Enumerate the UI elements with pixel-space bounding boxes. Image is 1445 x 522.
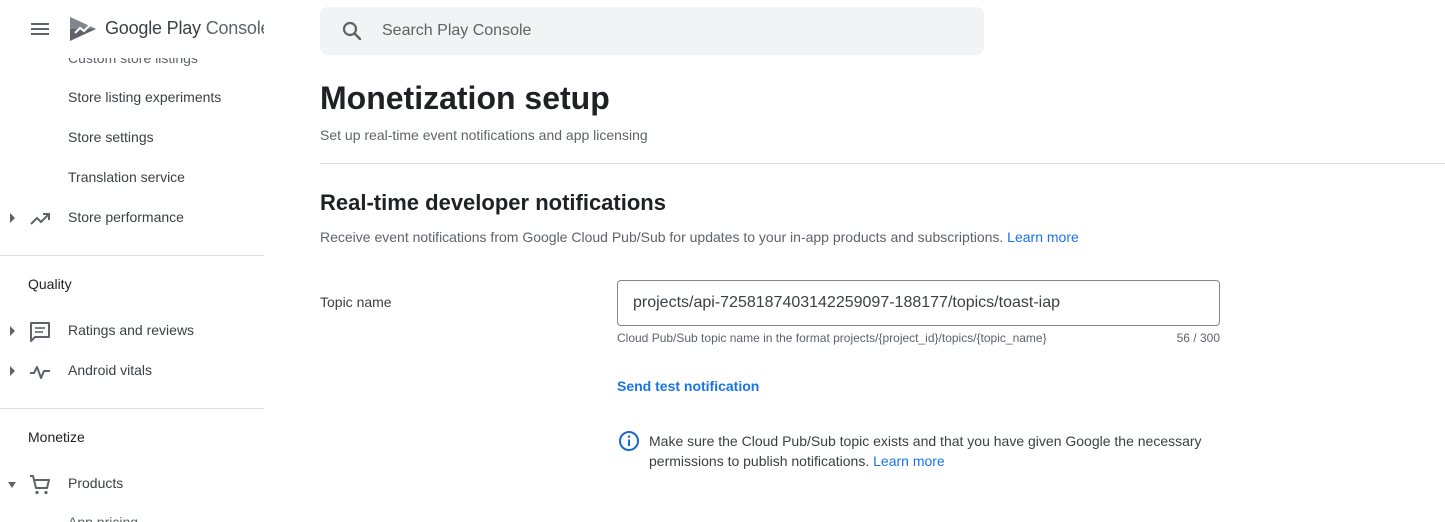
topic-name-char-counter: 56 / 300 bbox=[1176, 331, 1220, 345]
sidebar-item-label: Store performance bbox=[68, 209, 184, 225]
sidebar-item-label: Ratings and reviews bbox=[68, 322, 195, 338]
sidebar-item-app-pricing[interactable]: App pricing bbox=[68, 514, 138, 522]
sidebar-item-products[interactable]: Products bbox=[0, 464, 264, 504]
play-console-logo[interactable] bbox=[68, 14, 98, 44]
sidebar-divider bbox=[0, 255, 264, 256]
sidebar-item-store-performance[interactable]: Store performance bbox=[0, 198, 264, 238]
caret-down-icon[interactable] bbox=[6, 478, 18, 490]
comment-icon bbox=[30, 322, 50, 342]
brand-header: Google Play Console bbox=[0, 0, 264, 58]
page-subtitle: Set up real-time event notifications and… bbox=[320, 127, 648, 143]
pulse-icon bbox=[30, 366, 50, 379]
caret-right-icon[interactable] bbox=[8, 212, 16, 224]
sidebar: Google Play Console Custom store listing… bbox=[0, 0, 264, 522]
sidebar-item-store-settings[interactable]: Store settings bbox=[0, 118, 264, 158]
search-input[interactable] bbox=[382, 19, 962, 43]
sidebar-section-monetize: Monetize bbox=[28, 429, 85, 445]
sidebar-item-label: Store listing experiments bbox=[68, 89, 222, 105]
sidebar-item-android-vitals[interactable]: Android vitals bbox=[0, 351, 264, 391]
rtdn-description: Receive event notifications from Google … bbox=[320, 229, 1079, 245]
info-icon bbox=[619, 431, 639, 451]
info-learn-more-link[interactable]: Learn more bbox=[873, 453, 945, 469]
topic-name-helper-text: Cloud Pub/Sub topic name in the format p… bbox=[617, 331, 1047, 345]
search-bar[interactable] bbox=[320, 7, 984, 55]
caret-right-icon[interactable] bbox=[8, 365, 16, 377]
sidebar-item-ratings-and-reviews[interactable]: Ratings and reviews bbox=[0, 311, 264, 351]
page-title: Monetization setup bbox=[320, 80, 610, 116]
sidebar-section-quality: Quality bbox=[28, 276, 72, 292]
send-test-notification-button[interactable]: Send test notification bbox=[617, 378, 759, 394]
sidebar-item-label: Store settings bbox=[68, 129, 154, 145]
topic-name-input[interactable] bbox=[633, 292, 1203, 314]
sidebar-item-label: Translation service bbox=[68, 169, 185, 185]
sidebar-item-label: Products bbox=[68, 475, 124, 491]
sidebar-divider bbox=[0, 408, 264, 409]
rtdn-description-text: Receive event notifications from Google … bbox=[320, 229, 1004, 245]
sidebar-item-translation-service[interactable]: Translation service bbox=[0, 158, 264, 198]
trending-up-icon bbox=[30, 213, 50, 225]
brand-title[interactable]: Google Play Console bbox=[105, 18, 264, 39]
topic-name-field-container bbox=[617, 280, 1220, 326]
play-console-app: Google Play Console Custom store listing… bbox=[0, 0, 1445, 522]
rtdn-heading: Real-time developer notifications bbox=[320, 190, 666, 215]
sidebar-item-label: Android vitals bbox=[68, 362, 153, 378]
brand-console: Console bbox=[205, 18, 264, 38]
sidebar-item-store-listing-experiments[interactable]: Store listing experiments bbox=[0, 78, 264, 118]
brand-google-play: Google Play bbox=[105, 18, 201, 38]
content-divider bbox=[320, 163, 1445, 164]
topic-name-label: Topic name bbox=[320, 294, 392, 310]
caret-right-icon[interactable] bbox=[8, 325, 16, 337]
search-icon[interactable] bbox=[340, 19, 364, 43]
cart-icon bbox=[30, 475, 50, 495]
hamburger-icon[interactable] bbox=[28, 17, 52, 41]
info-message: Make sure the Cloud Pub/Sub topic exists… bbox=[649, 431, 1249, 471]
rtdn-learn-more-link[interactable]: Learn more bbox=[1007, 229, 1079, 245]
